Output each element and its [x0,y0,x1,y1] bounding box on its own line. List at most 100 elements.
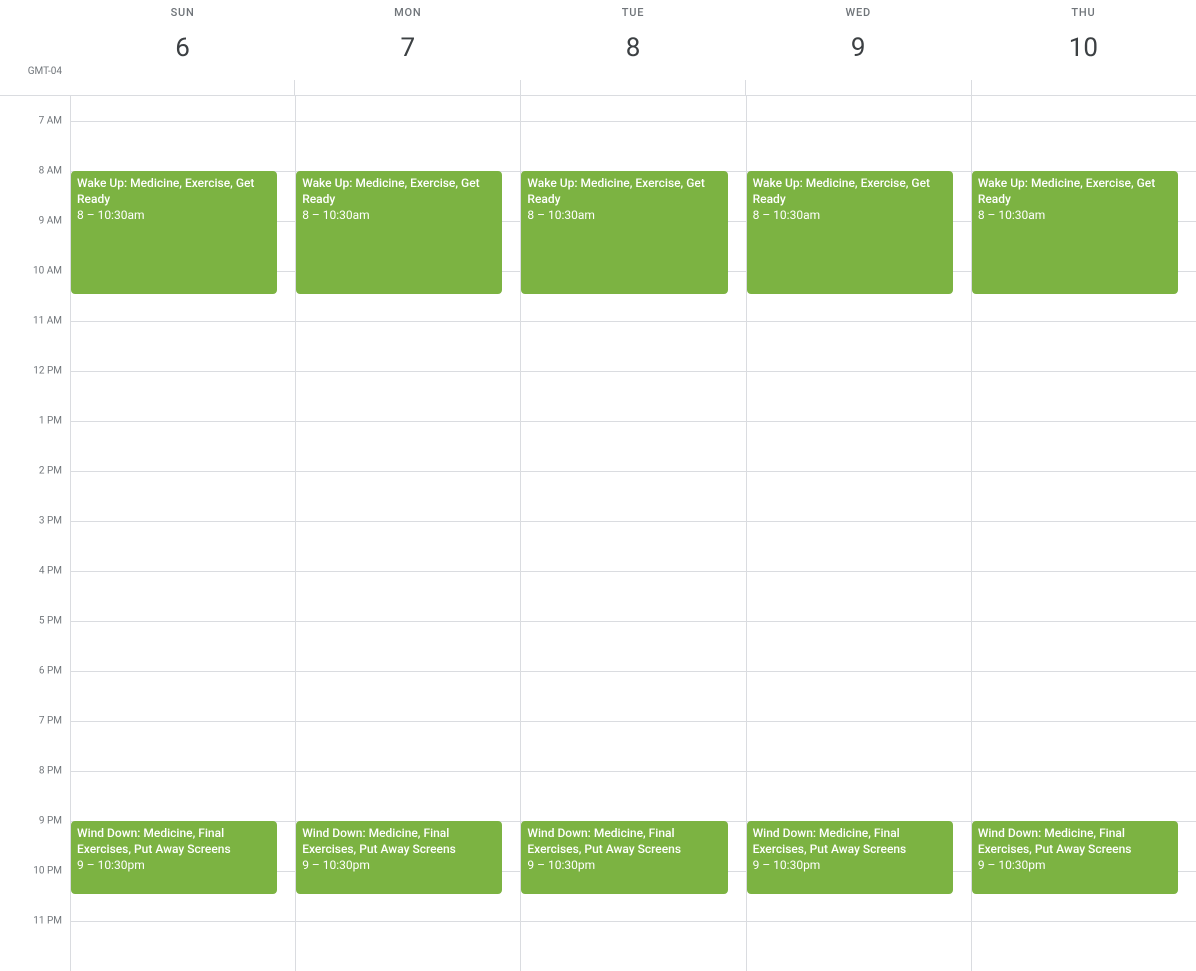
time-label: 8 PM [39,766,62,777]
allday-cell[interactable] [70,80,294,95]
time-label: 1 PM [39,416,62,427]
hour-gridline [71,321,295,322]
allday-cell[interactable] [745,80,970,95]
calendar-event[interactable]: Wind Down: Medicine, Final Exercises, Pu… [296,821,502,894]
calendar-event[interactable]: Wake Up: Medicine, Exercise, Get Ready8 … [972,171,1178,294]
calendar-event[interactable]: Wake Up: Medicine, Exercise, Get Ready8 … [296,171,502,294]
event-time: 9 – 10:30pm [527,857,721,873]
event-title: Wind Down: Medicine, Final Exercises, Pu… [978,825,1172,857]
calendar-week-view: GMT-04 SUN 6 MON 7 TUE 8 WED 9 THU 10 [0,0,1196,971]
hour-gridline [521,471,745,472]
day-of-week-label: WED [746,6,971,19]
day-of-week-label: MON [295,6,520,19]
hour-gridline [296,621,520,622]
time-label: 9 AM [39,216,62,227]
event-time: 8 – 10:30am [753,207,947,223]
hour-gridline [972,621,1196,622]
event-time: 8 – 10:30am [527,207,721,223]
date-number-button[interactable]: 9 [835,25,881,71]
day-header: THU 10 [971,0,1196,80]
calendar-event[interactable]: Wake Up: Medicine, Exercise, Get Ready8 … [521,171,727,294]
calendar-time-grid: 7 AM8 AM9 AM10 AM11 AM12 PM1 PM2 PM3 PM4… [0,96,1196,971]
time-label: 11 AM [33,316,62,327]
allday-cell[interactable] [520,80,745,95]
allday-cell[interactable] [971,80,1196,95]
hour-gridline [71,671,295,672]
day-column[interactable]: Wake Up: Medicine, Exercise, Get Ready8 … [971,96,1196,971]
hour-gridline [972,571,1196,572]
hour-gridline [972,721,1196,722]
time-label: 2 PM [39,466,62,477]
hour-gridline [747,371,971,372]
event-title: Wind Down: Medicine, Final Exercises, Pu… [302,825,496,857]
hour-gridline [296,771,520,772]
hour-gridline [296,571,520,572]
hour-gridline [71,571,295,572]
day-header: MON 7 [295,0,520,80]
time-label: 8 AM [39,166,62,177]
allday-row [0,80,1196,96]
time-label: 9 PM [39,816,62,827]
event-title: Wind Down: Medicine, Final Exercises, Pu… [77,825,271,857]
calendar-event[interactable]: Wake Up: Medicine, Exercise, Get Ready8 … [747,171,953,294]
hour-gridline [71,371,295,372]
date-number-button[interactable]: 6 [160,25,206,71]
day-column[interactable]: Wake Up: Medicine, Exercise, Get Ready8 … [520,96,745,971]
hour-gridline [71,521,295,522]
event-time: 9 – 10:30pm [978,857,1172,873]
hour-gridline [972,371,1196,372]
day-of-week-label: TUE [520,6,745,19]
time-label: 5 PM [39,616,62,627]
allday-axis-spacer [0,80,70,95]
day-header: SUN 6 [70,0,295,80]
date-number-button[interactable]: 10 [1060,25,1106,71]
time-label: 7 PM [39,716,62,727]
hour-gridline [521,121,745,122]
hour-gridline [972,121,1196,122]
calendar-event[interactable]: Wind Down: Medicine, Final Exercises, Pu… [972,821,1178,894]
hour-gridline [747,671,971,672]
calendar-event[interactable]: Wind Down: Medicine, Final Exercises, Pu… [747,821,953,894]
event-time: 9 – 10:30pm [753,857,947,873]
allday-cell[interactable] [294,80,519,95]
hour-gridline [972,671,1196,672]
event-title: Wake Up: Medicine, Exercise, Get Ready [527,175,721,207]
calendar-event[interactable]: Wind Down: Medicine, Final Exercises, Pu… [521,821,727,894]
time-label: 10 PM [33,866,62,877]
hour-gridline [296,921,520,922]
hour-gridline [747,471,971,472]
event-title: Wake Up: Medicine, Exercise, Get Ready [302,175,496,207]
hour-gridline [972,921,1196,922]
date-number-button[interactable]: 8 [610,25,656,71]
hour-gridline [71,721,295,722]
date-number-button[interactable]: 7 [385,25,431,71]
hour-gridline [972,321,1196,322]
time-axis: 7 AM8 AM9 AM10 AM11 AM12 PM1 PM2 PM3 PM4… [0,96,70,971]
hour-gridline [521,771,745,772]
hour-gridline [71,621,295,622]
event-time: 8 – 10:30am [302,207,496,223]
hour-gridline [521,721,745,722]
hour-gridline [521,421,745,422]
hour-gridline [747,921,971,922]
time-label: 10 AM [33,266,62,277]
hour-gridline [296,471,520,472]
calendar-event[interactable]: Wind Down: Medicine, Final Exercises, Pu… [71,821,277,894]
hour-gridline [747,421,971,422]
hour-gridline [521,571,745,572]
time-label: 4 PM [39,566,62,577]
day-column[interactable]: Wake Up: Medicine, Exercise, Get Ready8 … [746,96,971,971]
event-title: Wind Down: Medicine, Final Exercises, Pu… [527,825,721,857]
time-label: 12 PM [33,366,62,377]
event-title: Wake Up: Medicine, Exercise, Get Ready [978,175,1172,207]
event-time: 8 – 10:30am [77,207,271,223]
hour-gridline [972,471,1196,472]
hour-gridline [747,771,971,772]
hour-gridline [71,421,295,422]
calendar-event[interactable]: Wake Up: Medicine, Exercise, Get Ready8 … [71,171,277,294]
hour-gridline [296,671,520,672]
day-column[interactable]: Wake Up: Medicine, Exercise, Get Ready8 … [295,96,520,971]
hour-gridline [296,371,520,372]
day-column[interactable]: Wake Up: Medicine, Exercise, Get Ready8 … [70,96,295,971]
event-time: 9 – 10:30pm [77,857,271,873]
